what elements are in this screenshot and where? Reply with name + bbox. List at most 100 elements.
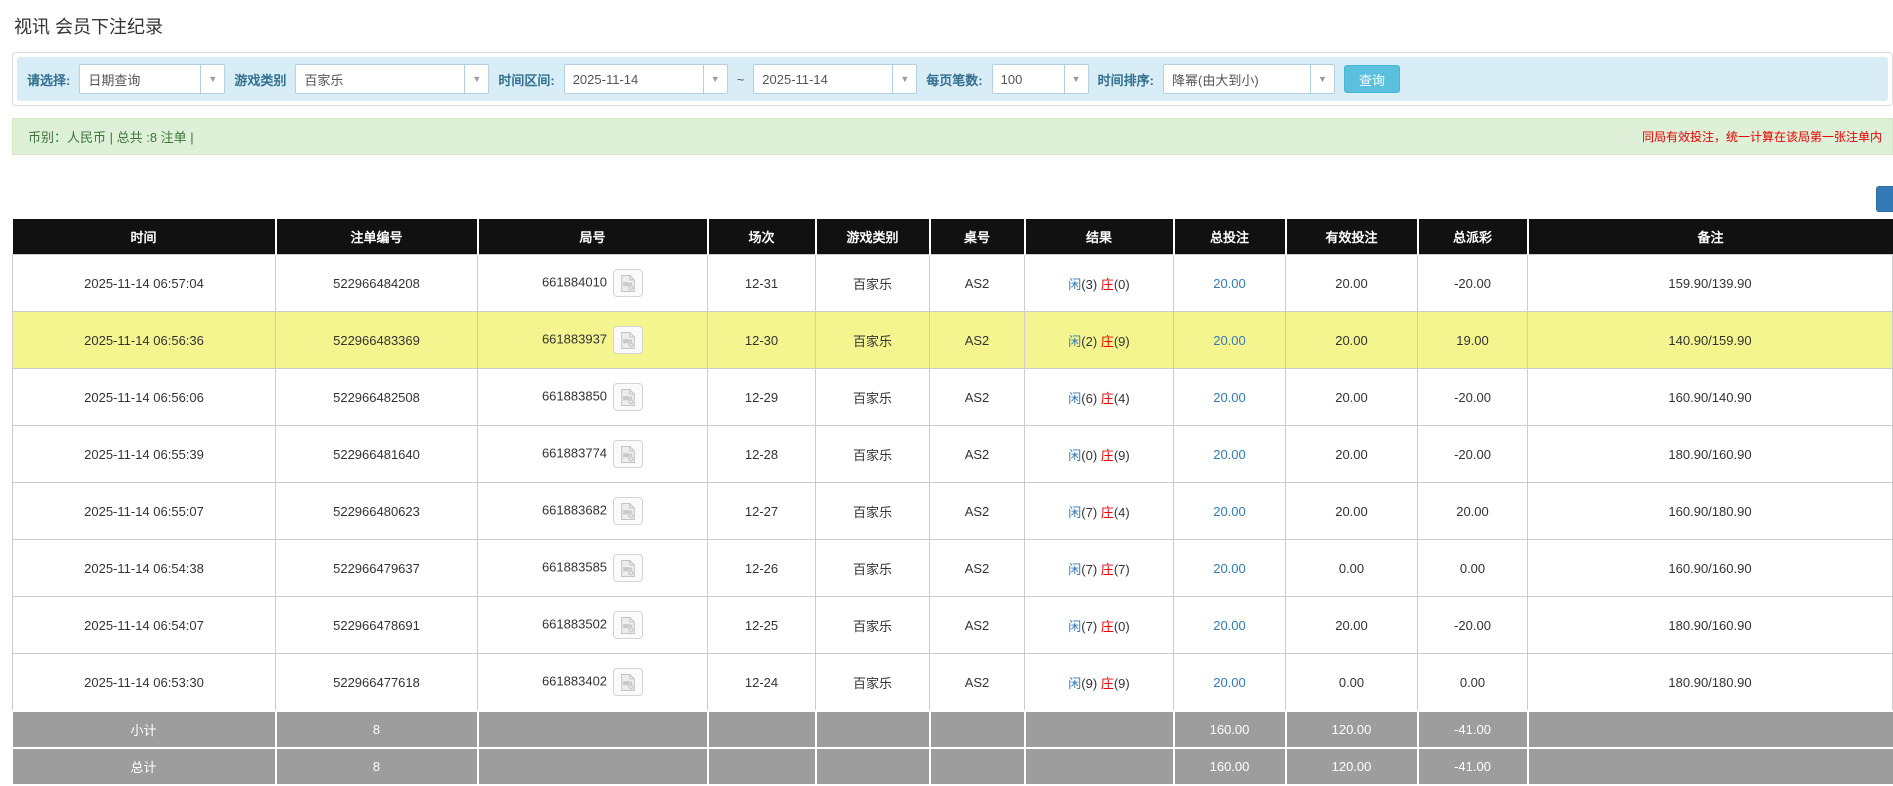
table-no-cell: AS2 [929, 596, 1025, 654]
banker-result-label: 庄 [1100, 276, 1114, 292]
note-cell: 140.90/159.90 [1527, 311, 1893, 369]
chevron-down-icon: ▼ [200, 65, 224, 93]
sort-order-value: 降幂(由大到小) [1171, 72, 1259, 88]
total-bet-link[interactable]: 20.00 [1213, 675, 1246, 690]
table-no-cell: AS2 [929, 311, 1025, 369]
bet-id-cell: 522966478691 [275, 596, 478, 654]
chevron-down-icon: ▼ [1309, 65, 1334, 93]
table-no-cell: AS2 [929, 653, 1025, 712]
payout-cell: 0.00 [1417, 539, 1528, 597]
result-cell: 闲(9) 庄(9) [1024, 653, 1174, 712]
total-bet-link[interactable]: 20.00 [1213, 390, 1246, 405]
total-bet-link[interactable]: 20.00 [1213, 504, 1246, 519]
total-bet-cell: 20.00 [1173, 425, 1286, 483]
banker-result-label: 庄 [1100, 504, 1114, 520]
session-cell: 12-31 [707, 254, 816, 312]
game-category-value: 百家乐 [304, 72, 344, 88]
date-from-select[interactable]: 2025-11-14 ▼ [563, 64, 728, 94]
filter-panel: 请选择: 日期查询 ▼ 游戏类别 百家乐 ▼ 时间区间: 2025-11-14 … [12, 52, 1893, 106]
session-cell: 12-30 [707, 311, 816, 369]
time-cell: 2025-11-14 06:56:36 [12, 311, 276, 369]
total-bet-link[interactable]: 20.00 [1213, 333, 1246, 348]
round-id-value: 661883585 [541, 559, 608, 575]
subtotal-row-cell [707, 710, 817, 748]
sort-order-select[interactable]: 降幂(由大到小) ▼ [1162, 64, 1335, 94]
video-replay-button[interactable] [613, 269, 644, 297]
subtotal-row-cell: 小计 [12, 710, 277, 748]
date-to-select[interactable]: 2025-11-14 ▼ [753, 64, 918, 94]
column-header: 局号 [477, 219, 709, 255]
total-bet-link[interactable]: 20.00 [1213, 276, 1246, 291]
chevron-down-icon: ▼ [892, 65, 916, 93]
search-button[interactable]: 查询 [1343, 65, 1400, 93]
subtotal-row-cell [815, 710, 931, 748]
round-id-value: 661884010 [541, 274, 608, 290]
game-type-cell: 百家乐 [815, 311, 930, 369]
player-result-label: 闲 [1068, 390, 1082, 406]
banker-result-label: 庄 [1100, 561, 1114, 577]
column-header: 总派彩 [1417, 219, 1529, 255]
valid-bet-cell: 20.00 [1285, 254, 1418, 312]
note-cell: 159.90/139.90 [1527, 254, 1893, 312]
total-row-cell: -41.00 [1417, 747, 1529, 784]
total-bet-link[interactable]: 20.00 [1213, 561, 1246, 576]
player-result-label: 闲 [1068, 675, 1082, 691]
column-header: 备注 [1527, 219, 1893, 255]
video-replay-button[interactable] [613, 440, 644, 468]
video-replay-button[interactable] [613, 326, 644, 354]
player-result-label: 闲 [1068, 447, 1082, 463]
table-row: 2025-11-14 06:53:30 522966477618 661883402… [12, 653, 1893, 712]
video-replay-icon [619, 559, 637, 581]
banker-result-label: 庄 [1100, 675, 1114, 691]
date-from-value: 2025-11-14 [572, 71, 639, 87]
video-replay-icon [619, 331, 637, 353]
bet-id-cell: 522966480623 [275, 482, 478, 540]
video-replay-button[interactable] [613, 554, 644, 582]
time-cell: 2025-11-14 06:55:07 [12, 482, 276, 540]
total-row-cell: 120.00 [1285, 747, 1419, 784]
player-result-label: 闲 [1068, 561, 1082, 577]
table-header-row: 时间 注单编号 局号 场次 游戏类别 桌号 结果 总投注 有效投注 总派彩 备注 [12, 219, 1893, 255]
round-id-value: 661883774 [541, 445, 608, 461]
video-replay-button[interactable] [613, 497, 644, 525]
game-category-select[interactable]: 百家乐 ▼ [295, 64, 490, 94]
table-row: 2025-11-14 06:56:06 522966482508 661883850… [12, 368, 1893, 426]
chevron-down-icon: ▼ [702, 65, 727, 93]
column-header: 场次 [707, 219, 817, 255]
video-replay-icon [619, 388, 637, 410]
table-row: 2025-11-14 06:55:39 522966481640 661883774… [12, 425, 1893, 483]
valid-bet-cell: 20.00 [1285, 311, 1418, 369]
column-header: 结果 [1024, 219, 1175, 255]
banker-result-label: 庄 [1100, 618, 1114, 634]
video-replay-button[interactable] [613, 383, 644, 411]
video-replay-icon [619, 502, 637, 524]
player-result-label: 闲 [1068, 276, 1082, 292]
video-replay-button[interactable] [613, 668, 644, 696]
page-size-label: 每页笔数: [926, 72, 983, 88]
table-row: 2025-11-14 06:54:07 522966478691 661883502… [12, 596, 1893, 654]
round-id-cell: 661883502 [477, 596, 708, 654]
query-type-select[interactable]: 日期查询 ▼ [79, 64, 226, 94]
total-row-cell [1024, 747, 1175, 784]
table-no-cell: AS2 [929, 482, 1025, 540]
table-no-cell: AS2 [929, 368, 1025, 426]
top-right-partial-button[interactable] [1876, 186, 1893, 212]
note-cell: 160.90/180.90 [1527, 482, 1893, 540]
subtotal-row: 小计 8 160.00 120.00 -41.00 [12, 710, 1893, 748]
page-size-select[interactable]: 100 ▼ [991, 64, 1089, 94]
page-size-value: 100 [1000, 71, 1023, 87]
total-bet-cell: 20.00 [1173, 311, 1286, 369]
total-bet-link[interactable]: 20.00 [1213, 447, 1246, 462]
total-bet-link[interactable]: 20.00 [1213, 618, 1246, 633]
time-cell: 2025-11-14 06:54:07 [12, 596, 276, 654]
time-cell: 2025-11-14 06:57:04 [12, 254, 276, 312]
payout-cell: -20.00 [1417, 368, 1528, 426]
subtotal-row-cell [929, 710, 1026, 748]
note-cell: 180.90/180.90 [1527, 653, 1893, 712]
video-replay-button[interactable] [613, 611, 644, 639]
date-range-label: 时间区间: [498, 72, 555, 88]
session-cell: 12-24 [707, 653, 816, 712]
bet-id-cell: 522966484208 [275, 254, 478, 312]
time-cell: 2025-11-14 06:53:30 [12, 653, 276, 712]
subtotal-row-cell [477, 710, 709, 748]
